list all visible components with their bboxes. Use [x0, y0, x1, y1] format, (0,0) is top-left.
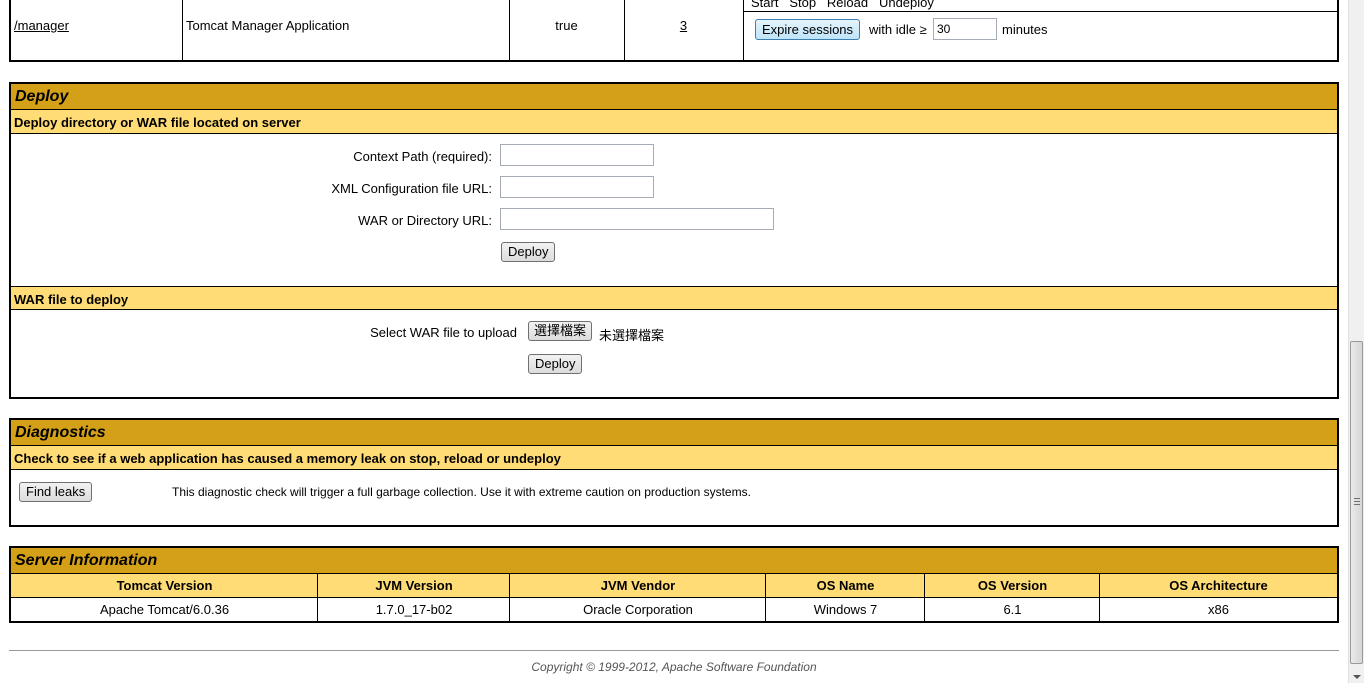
- table-header: OS Version: [925, 574, 1100, 598]
- grip-line: [1354, 498, 1360, 499]
- os-architecture-column: OS Architecture x86: [1099, 574, 1337, 622]
- table-header: Tomcat Version: [11, 574, 318, 598]
- footer-divider: [9, 650, 1339, 651]
- find-leaks-button[interactable]: Find leaks: [19, 482, 93, 502]
- deploy-server-button[interactable]: Deploy: [501, 242, 556, 262]
- table-header: OS Name: [766, 574, 925, 598]
- war-dir-label: WAR or Directory URL:: [358, 213, 492, 228]
- app-path-link[interactable]: /manager: [14, 18, 69, 33]
- vertical-scrollbar[interactable]: [1348, 0, 1364, 683]
- app-display-name: Tomcat Manager Application: [186, 18, 350, 33]
- server-info-title: Server Information: [11, 548, 1337, 574]
- column-divider: [743, 0, 744, 60]
- table-cell: Windows 7: [813, 602, 878, 617]
- deploy-server-subtitle: Deploy directory or WAR file located on …: [11, 110, 1337, 134]
- table-cell: Oracle Corporation: [583, 602, 693, 617]
- app-running-status: true: [555, 18, 578, 33]
- choose-file-button[interactable]: 選擇檔案: [528, 321, 593, 341]
- war-dir-input[interactable]: [500, 208, 774, 230]
- grip-line: [1354, 501, 1360, 502]
- table-cell: Apache Tomcat/6.0.36: [99, 602, 230, 617]
- context-path-label: Context Path (required):: [353, 149, 492, 164]
- deploy-title: Deploy: [11, 84, 1337, 110]
- row-divider: [743, 11, 1337, 12]
- no-file-chosen-text: 未選擇檔案: [599, 328, 665, 343]
- table-header: JVM Version: [318, 574, 510, 598]
- scrollbar-thumb[interactable]: [1350, 341, 1363, 664]
- table-header: OS Architecture: [1100, 574, 1337, 598]
- column-divider: [182, 0, 183, 60]
- os-name-column: OS Name Windows 7: [765, 574, 925, 622]
- table-cell: 6.1: [1003, 602, 1022, 617]
- idle-minutes-input[interactable]: [933, 18, 997, 40]
- diagnostics-title: Diagnostics: [11, 420, 1337, 446]
- war-upload-subtitle: WAR file to deploy: [11, 286, 1337, 310]
- expire-sessions-button[interactable]: Expire sessions: [755, 19, 861, 40]
- diagnostics-section: Diagnostics Check to see if a web applic…: [9, 418, 1339, 527]
- table-cell: x86: [1208, 602, 1229, 617]
- with-idle-label: with idle ≥: [869, 22, 927, 37]
- tomcat-version-column: Tomcat Version Apache Tomcat/6.0.36: [11, 574, 318, 622]
- app-commands: Start Stop Reload Undeploy: [751, 0, 934, 10]
- reload-command[interactable]: Reload: [827, 0, 868, 10]
- xml-config-label: XML Configuration file URL:: [331, 181, 492, 196]
- jvm-vendor-column: JVM Vendor Oracle Corporation: [509, 574, 766, 622]
- diagnostics-description: This diagnostic check will trigger a ful…: [172, 485, 751, 499]
- stop-command[interactable]: Stop: [789, 0, 816, 10]
- app-sessions-link[interactable]: 3: [624, 18, 743, 33]
- os-version-column: OS Version 6.1: [924, 574, 1100, 622]
- upload-deploy-button[interactable]: Deploy: [528, 354, 583, 374]
- start-command[interactable]: Start: [751, 0, 778, 10]
- table-cell: 1.7.0_17-b02: [375, 602, 453, 617]
- table-header: JVM Vendor: [510, 574, 766, 598]
- grip-line: [1354, 504, 1360, 505]
- undeploy-command[interactable]: Undeploy: [879, 0, 934, 10]
- select-war-label: Select WAR file to upload: [370, 325, 517, 340]
- applications-table-row: /manager Tomcat Manager Application true…: [9, 0, 1339, 62]
- server-info-section: Server Information Tomcat Version Apache…: [9, 546, 1339, 623]
- scroll-down-arrow-icon[interactable]: [1353, 675, 1361, 679]
- deploy-section: Deploy Deploy directory or WAR file loca…: [9, 82, 1339, 399]
- minutes-label: minutes: [1002, 22, 1048, 37]
- footer-copyright: Copyright © 1999-2012, Apache Software F…: [531, 660, 817, 674]
- jvm-version-column: JVM Version 1.7.0_17-b02: [317, 574, 510, 622]
- context-path-input[interactable]: [500, 144, 654, 166]
- diagnostics-subtitle: Check to see if a web application has ca…: [11, 446, 1337, 470]
- xml-config-input[interactable]: [500, 176, 654, 198]
